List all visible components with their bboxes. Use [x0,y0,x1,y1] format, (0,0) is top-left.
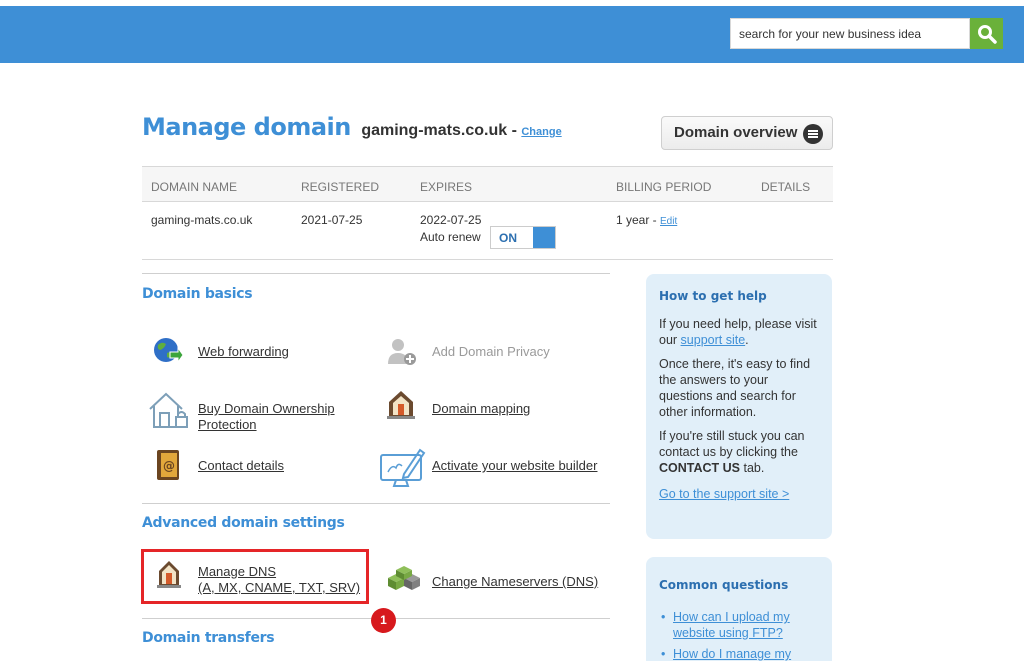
common-questions-title: Common questions [659,578,789,592]
globe-icon [154,338,184,364]
domain-basics-heading: Domain basics [142,286,253,302]
search-button[interactable] [970,18,1003,49]
address-book-icon: @ [157,450,179,480]
edit-billing-link[interactable]: Edit [660,216,677,227]
help-title: How to get help [659,289,767,303]
question-item[interactable]: How do I manage my [659,646,820,661]
common-questions-panel: Common questions How can I upload my web… [646,557,832,661]
menu-icon [803,124,823,144]
row-expires: 2022-07-25 [420,213,482,227]
row-domain: gaming-mats.co.uk [151,213,253,227]
table-row: gaming-mats.co.uk 2021-07-25 2022-07-25 … [142,202,833,260]
step-badge: 1 [371,608,396,633]
auto-renew-toggle[interactable]: ON [490,226,556,249]
nameservers-icon [388,566,420,590]
add-user-icon [388,339,416,365]
search-icon [978,25,997,44]
domain-mapping-link[interactable]: Domain mapping [432,401,530,417]
domain-overview-button[interactable]: Domain overview [661,116,833,150]
change-nameservers-link[interactable]: Change Nameservers (DNS) [432,574,598,590]
help-panel: How to get help If you need help, please… [646,274,832,539]
activate-website-builder-link[interactable]: Activate your website builder [432,458,597,474]
contact-details-link[interactable]: Contact details [198,458,284,474]
domain-transfers-heading: Domain transfers [142,630,275,646]
go-to-support-site-link[interactable]: Go to the support site > [659,487,789,501]
domain-table: DOMAIN NAME REGISTERED EXPIRES BILLING P… [142,166,833,260]
row-registered: 2021-07-25 [301,213,363,227]
buy-ownership-protection-link[interactable]: Buy Domain Ownership Protection [198,401,335,433]
table-header: DOMAIN NAME REGISTERED EXPIRES BILLING P… [142,166,833,202]
question-item[interactable]: How can I upload my website using FTP? [659,609,820,641]
house-lock-icon [149,392,188,428]
auto-renew-label: Auto renew [420,230,481,244]
advanced-settings-heading: Advanced domain settings [142,515,345,531]
current-domain: gaming-mats.co.uk [361,122,508,139]
web-forwarding-link[interactable]: Web forwarding [198,344,289,360]
support-site-link[interactable]: support site [681,333,746,347]
manage-dns-highlight [141,549,369,604]
search-input[interactable]: search for your new business idea [730,18,970,49]
domain-mapping-icon [387,391,415,419]
svg-text:@: @ [163,459,175,473]
row-billing-period: 1 year - Edit [616,213,678,227]
page-heading: Manage domain [142,113,351,141]
page-title: Manage domain gaming-mats.co.uk - Change [142,113,562,141]
website-builder-icon [380,448,426,487]
change-domain-link[interactable]: Change [521,126,561,138]
add-domain-privacy-link[interactable]: Add Domain Privacy [432,344,550,360]
